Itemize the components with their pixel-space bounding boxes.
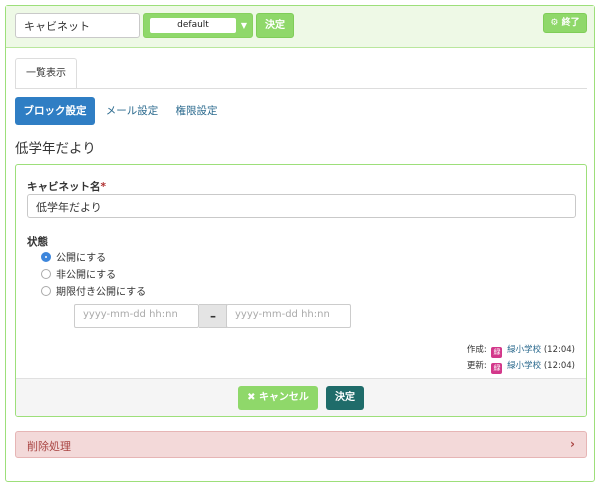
updated-user-link[interactable]: 緑小学校 — [507, 361, 541, 371]
pill-mail-settings[interactable]: メール設定 — [101, 97, 163, 125]
cabinet-name-label: キャビネット名* — [27, 179, 106, 194]
panel-footer: ✖ キャンセル 決定 — [16, 378, 586, 416]
status-option-private[interactable]: 非公開にする — [41, 269, 116, 283]
frame-style-value: default — [150, 18, 236, 33]
status-option-public[interactable]: 公開にする — [41, 252, 106, 266]
tab-divider — [15, 88, 587, 89]
pill-block-settings[interactable]: ブロック設定 — [15, 97, 95, 125]
updated-info: 更新: 緑 緑小学校 (12:04) — [467, 359, 575, 374]
created-label: 作成: — [466, 345, 487, 355]
publish-start-input[interactable]: yyyy-mm-dd hh:nn — [74, 304, 199, 328]
status-option-label: 非公開にする — [56, 270, 117, 281]
caret-down-icon: ▼ — [240, 21, 247, 30]
publish-end-input[interactable]: yyyy-mm-dd hh:nn — [226, 304, 351, 328]
required-mark: * — [100, 181, 107, 193]
status-option-label: 公開にする — [56, 253, 107, 264]
updated-time: (12:04) — [543, 361, 575, 371]
radio-unchecked-icon[interactable] — [41, 286, 51, 296]
close-icon: ✖ — [247, 392, 256, 403]
user-avatar-icon: 緑 — [491, 363, 503, 374]
status-option-label: 期限付き公開にする — [56, 287, 147, 298]
user-avatar-icon: 緑 — [491, 347, 503, 358]
block-title: 低学年だより — [15, 141, 96, 157]
delete-section-toggle[interactable]: 削除処理 › — [15, 431, 587, 458]
cabinet-name-input[interactable]: 低学年だより — [27, 194, 576, 218]
created-user-link[interactable]: 緑小学校 — [507, 345, 541, 355]
cancel-label: キャンセル — [258, 392, 309, 403]
pill-permission-settings[interactable]: 権限設定 — [169, 97, 224, 125]
status-label: 状態 — [27, 236, 48, 248]
submit-button[interactable]: 決定 — [326, 386, 364, 410]
date-range-separator: – — [199, 304, 227, 328]
status-option-limited[interactable]: 期限付き公開にする — [41, 286, 146, 300]
frame-style-select[interactable]: default ▼ — [143, 13, 253, 38]
created-time: (12:04) — [543, 345, 575, 355]
created-info: 作成: 緑 緑小学校 (12:04) — [467, 343, 575, 358]
finish-label: 終了 — [561, 18, 580, 28]
cancel-button[interactable]: ✖ キャンセル — [238, 386, 318, 410]
radio-checked-icon[interactable] — [41, 252, 51, 262]
cabinet-name-label-text: キャビネット名 — [27, 181, 101, 193]
gear-icon: ⚙ — [550, 18, 559, 28]
finish-button[interactable]: ⚙ 終了 — [543, 13, 587, 33]
radio-unchecked-icon[interactable] — [41, 269, 51, 279]
settings-panel: キャビネット名* 低学年だより 状態 公開にする 非公開にする 期限付き公開にす… — [15, 164, 587, 417]
chevron-right-icon: › — [570, 437, 575, 451]
frame-panel: キャビネット default ▼ 決定 ⚙ 終了 一覧表示 ブロック設定 メール… — [5, 5, 595, 482]
plugin-name-field[interactable]: キャビネット — [15, 13, 140, 38]
frame-header: キャビネット default ▼ 決定 ⚙ 終了 — [6, 6, 594, 48]
frame-ok-button[interactable]: 決定 — [256, 13, 294, 38]
delete-section-label: 削除処理 — [27, 440, 71, 453]
tab-list-view[interactable]: 一覧表示 — [15, 58, 77, 89]
updated-label: 更新: — [466, 361, 487, 371]
